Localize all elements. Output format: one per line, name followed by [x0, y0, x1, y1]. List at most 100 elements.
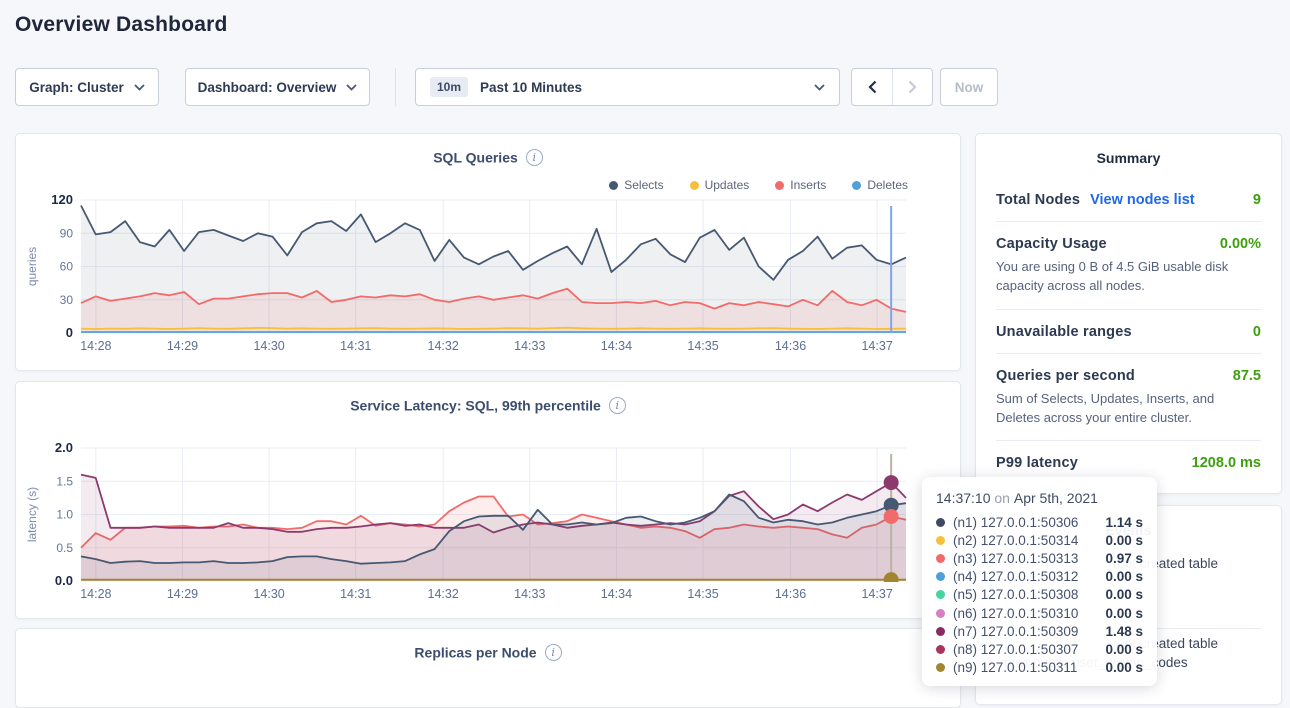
svg-text:0: 0	[66, 325, 73, 340]
graph-dropdown[interactable]: Graph: Cluster	[15, 68, 159, 106]
service-latency-chart-panel: Service Latency: SQL, 99th percentilei 0…	[15, 381, 961, 619]
time-prev-button[interactable]	[852, 69, 892, 105]
tooltip-node-row: (n3) 127.0.0.1:503130.97 s	[936, 549, 1143, 567]
svg-text:14:31: 14:31	[340, 587, 371, 601]
svg-text:14:28: 14:28	[80, 339, 111, 353]
svg-text:0.0: 0.0	[55, 573, 73, 588]
chevron-down-icon	[814, 84, 825, 91]
node-color-dot-icon	[936, 572, 945, 581]
tooltip-timestamp: 14:37:10 on Apr 5th, 2021	[936, 490, 1143, 506]
svg-text:14:33: 14:33	[514, 587, 545, 601]
time-range-badge: 10m	[430, 77, 468, 97]
queries-per-second-description: Sum of Selects, Updates, Inserts, and De…	[996, 390, 1261, 428]
tooltip-node-row: (n2) 127.0.0.1:503140.00 s	[936, 531, 1143, 549]
time-range-label: Past 10 Minutes	[480, 80, 582, 95]
svg-text:latency (s): latency (s)	[25, 487, 39, 542]
tooltip-node-row: (n9) 127.0.0.1:50311 0.00 s	[936, 659, 1143, 677]
tooltip-node-row: (n7) 127.0.0.1:503091.48 s	[936, 622, 1143, 640]
capacity-usage-description: You are using 0 B of 4.5 GiB usable disk…	[996, 258, 1261, 296]
node-address: (n9) 127.0.0.1:50311	[953, 660, 1077, 675]
chevron-down-icon	[346, 84, 357, 91]
view-nodes-list-link[interactable]: View nodes list	[1090, 192, 1195, 208]
capacity-usage-value: 0.00%	[1220, 236, 1261, 252]
summary-title: Summary	[976, 134, 1281, 166]
svg-text:14:28: 14:28	[80, 587, 111, 601]
svg-text:14:36: 14:36	[775, 587, 806, 601]
node-color-dot-icon	[936, 645, 945, 654]
dashboard-dropdown[interactable]: Dashboard: Overview	[185, 68, 370, 106]
node-latency-value: 1.48 s	[1105, 624, 1143, 639]
graph-dropdown-label: Graph: Cluster	[29, 80, 124, 95]
svg-text:0.5: 0.5	[56, 541, 73, 555]
dashboard-dropdown-label: Dashboard: Overview	[198, 80, 337, 95]
node-address: (n5) 127.0.0.1:50308	[953, 587, 1078, 602]
queries-per-second-value: 87.5	[1233, 368, 1261, 384]
node-address: (n3) 127.0.0.1:50313	[953, 551, 1078, 566]
info-icon[interactable]: i	[545, 644, 562, 661]
svg-text:14:30: 14:30	[253, 339, 284, 353]
time-pager	[851, 68, 933, 106]
controls-divider	[395, 68, 396, 106]
node-latency-value: 0.00 s	[1105, 660, 1143, 675]
svg-text:1.0: 1.0	[56, 508, 73, 522]
svg-text:14:32: 14:32	[428, 339, 459, 353]
service-latency-chart[interactable]: 0.0 0.5 1.0 1.5 2.0 14:28 14:29 14:30 14:31 14:32…	[16, 382, 962, 620]
svg-text:14:37: 14:37	[861, 339, 892, 353]
time-next-button[interactable]	[892, 69, 932, 105]
svg-text:14:35: 14:35	[687, 587, 718, 601]
node-color-dot-icon	[936, 536, 945, 545]
unavailable-ranges-value: 0	[1253, 324, 1261, 340]
chevron-down-icon	[134, 84, 145, 91]
summary-row-unavailable-ranges: Unavailable ranges 0	[996, 310, 1261, 354]
node-color-dot-icon	[936, 590, 945, 599]
tooltip-node-row: (n6) 127.0.0.1:50310 0.00 s	[936, 604, 1143, 622]
svg-text:2.0: 2.0	[55, 440, 73, 455]
overview-dashboard-page: Overview Dashboard Graph: Cluster Dashbo…	[0, 0, 1290, 689]
chevron-left-icon	[868, 80, 877, 94]
replicas-per-node-chart-title: Replicas per Nodei	[16, 643, 960, 661]
svg-text:14:29: 14:29	[167, 339, 198, 353]
node-color-dot-icon	[936, 609, 945, 618]
chart-hover-tooltip: 14:37:10 on Apr 5th, 2021 (n1) 127.0.0.1…	[922, 477, 1157, 686]
svg-text:30: 30	[60, 293, 74, 307]
svg-text:14:34: 14:34	[601, 587, 632, 601]
svg-text:90: 90	[60, 226, 74, 240]
svg-text:14:29: 14:29	[167, 587, 198, 601]
node-latency-value: 0.00 s	[1105, 569, 1143, 584]
node-address: (n4) 127.0.0.1:50312	[953, 569, 1078, 584]
node-latency-value: 0.00 s	[1105, 642, 1143, 657]
node-address: (n8) 127.0.0.1:50307	[953, 642, 1078, 657]
svg-text:14:34: 14:34	[601, 339, 632, 353]
svg-text:1.5: 1.5	[56, 474, 73, 488]
page-title: Overview Dashboard	[15, 13, 228, 37]
tooltip-node-row: (n1) 127.0.0.1:503061.14 s	[936, 513, 1143, 531]
svg-text:14:36: 14:36	[775, 339, 806, 353]
sql-queries-chart[interactable]: 030609012014:2814:2914:3014:3114:3214:33…	[16, 134, 962, 372]
summary-row-total-nodes: Total Nodes View nodes list 9	[996, 178, 1261, 222]
node-address: (n6) 127.0.0.1:50310	[953, 606, 1078, 621]
node-color-dot-icon	[936, 518, 945, 527]
now-button[interactable]: Now	[940, 68, 998, 106]
replicas-per-node-chart-panel: Replicas per Nodei	[15, 628, 961, 708]
sql-queries-chart-panel: SQL Queriesi SelectsUpdatesInsertsDelete…	[15, 133, 961, 371]
tooltip-node-row: (n4) 127.0.0.1:50312 0.00 s	[936, 568, 1143, 586]
summary-row-capacity-usage: Capacity Usage 0.00% You are using 0 B o…	[996, 222, 1261, 310]
total-nodes-value: 9	[1253, 192, 1261, 208]
tooltip-rows: (n1) 127.0.0.1:503061.14 s(n2) 127.0.0.1…	[936, 513, 1143, 677]
node-latency-value: 1.14 s	[1105, 515, 1143, 530]
node-color-dot-icon	[936, 627, 945, 636]
node-latency-value: 0.00 s	[1105, 606, 1143, 621]
time-range-dropdown[interactable]: 10m Past 10 Minutes	[415, 68, 840, 106]
tooltip-node-row: (n8) 127.0.0.1:50307 0.00 s	[936, 640, 1143, 658]
node-color-dot-icon	[936, 663, 945, 672]
svg-text:120: 120	[51, 192, 73, 207]
node-address: (n2) 127.0.0.1:50314	[953, 533, 1078, 548]
svg-text:60: 60	[60, 260, 74, 274]
svg-text:14:30: 14:30	[253, 587, 284, 601]
summary-row-queries-per-second: Queries per second 87.5 Sum of Selects, …	[996, 354, 1261, 442]
tooltip-node-row: (n5) 127.0.0.1:503080.00 s	[936, 586, 1143, 604]
node-color-dot-icon	[936, 554, 945, 563]
chevron-right-icon	[908, 80, 917, 94]
svg-text:14:32: 14:32	[428, 587, 459, 601]
svg-text:14:35: 14:35	[687, 339, 718, 353]
